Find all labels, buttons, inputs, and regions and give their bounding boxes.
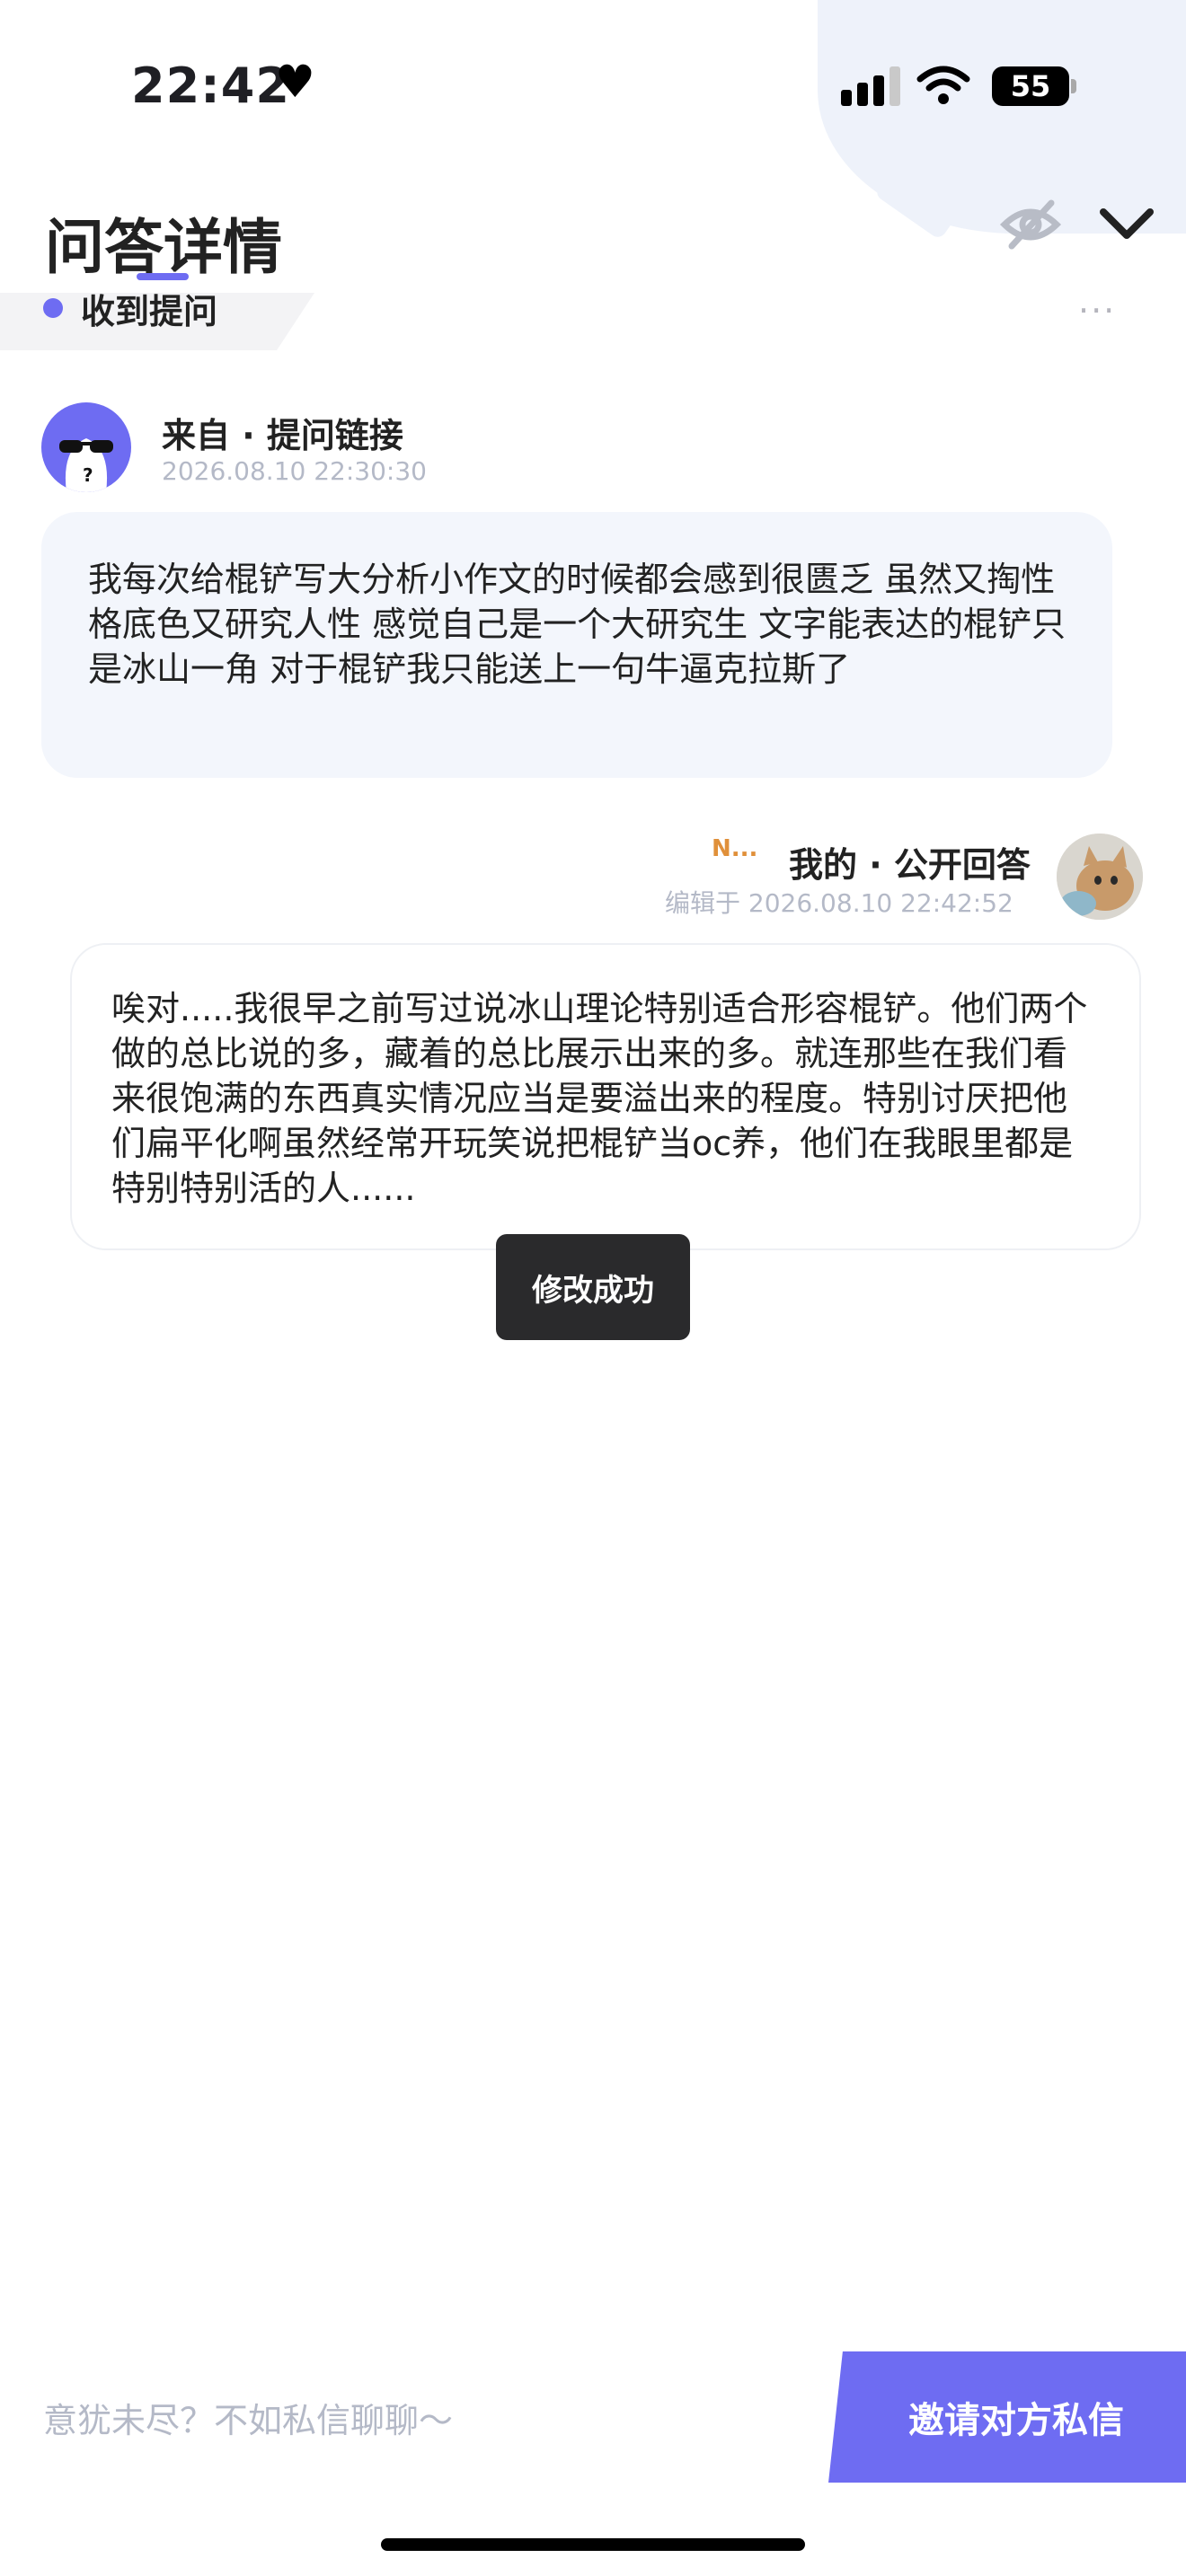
- toast-text: 修改成功: [532, 1272, 654, 1309]
- battery-icon: 55: [992, 66, 1069, 106]
- question-bubble: 我每次给棍铲写大分析小作文的时候都会感到很匮乏 虽然又掏性格底色又研究人性 感觉…: [41, 512, 1112, 778]
- invite-button-label: 邀请对方私信: [908, 2400, 1124, 2441]
- question-timestamp: 2026.08.10 22:30:30: [162, 456, 427, 486]
- battery-level: 55: [1010, 69, 1051, 103]
- answer-source: 我的 · 公开回答: [789, 845, 1031, 885]
- eye-off-icon[interactable]: [999, 199, 1062, 250]
- status-dot: [43, 298, 63, 318]
- answer-badge: N...: [712, 835, 758, 862]
- status-tag-label: 收到提问: [81, 292, 218, 331]
- home-indicator[interactable]: [381, 2538, 805, 2551]
- question-text: 我每次给棍铲写大分析小作文的时候都会感到很匮乏 虽然又掏性格底色又研究人性 感觉…: [88, 560, 1067, 689]
- wifi-icon: [916, 65, 970, 116]
- question-source: 来自 · 提问链接: [162, 416, 403, 455]
- heart-icon: ♥: [275, 56, 315, 108]
- chevron-down-icon[interactable]: [1098, 207, 1155, 243]
- asker-avatar: ?: [41, 402, 131, 492]
- more-options-icon[interactable]: ···: [1078, 291, 1116, 331]
- user-avatar[interactable]: [1057, 834, 1143, 920]
- battery-tip: [1071, 79, 1076, 93]
- cellular-signal-icon: [841, 66, 902, 106]
- answer-text: 唉对.....我很早之前写过说冰山理论特别适合形容棍铲。他们两个做的总比说的多，…: [111, 989, 1088, 1208]
- answer-timestamp: 编辑于 2026.08.10 22:42:52: [665, 888, 1013, 918]
- invite-message-button[interactable]: 邀请对方私信: [828, 2351, 1186, 2483]
- svg-text:?: ?: [83, 464, 93, 486]
- toast-message: 修改成功: [496, 1234, 690, 1340]
- status-time: 22:42: [131, 57, 290, 114]
- answer-bubble: 唉对.....我很早之前写过说冰山理论特别适合形容棍铲。他们两个做的总比说的多，…: [70, 943, 1141, 1250]
- bottom-hint-text: 意犹未尽？不如私信聊聊～: [43, 2401, 454, 2440]
- title-underline: [137, 273, 189, 280]
- decorative-background-shape: [818, 0, 1186, 234]
